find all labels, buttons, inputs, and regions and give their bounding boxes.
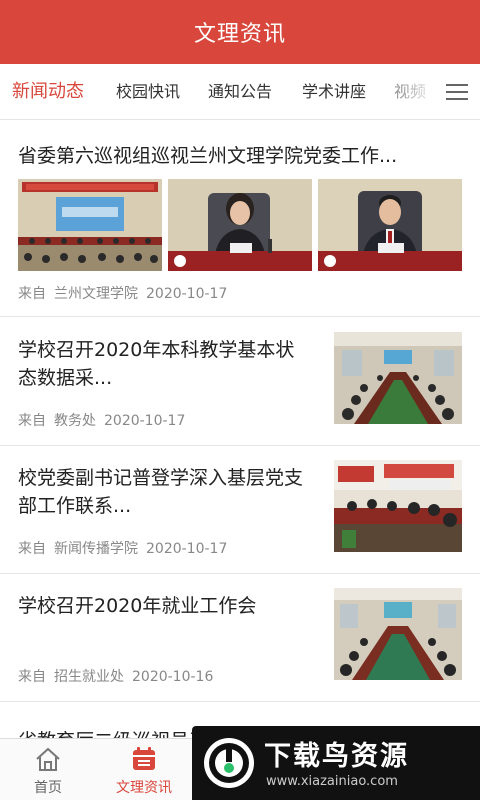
news-source: 兰州文理学院 (54, 286, 138, 302)
category-tabs: 新闻动态 校园快讯 通知公告 学术讲座 视频 (0, 64, 480, 120)
hamburger-menu-icon[interactable] (446, 82, 468, 102)
news-meta: 来自 新闻传播学院 2020-10-17 (18, 538, 235, 558)
news-date: 2020-10-17 (104, 413, 186, 429)
news-title: 校党委副书记普登学深入基层党支部工作联系... (18, 467, 304, 517)
tab-lectures[interactable]: 学术讲座 (302, 64, 366, 119)
news-meta: 来自 招生就业处 2020-10-16 (18, 666, 221, 686)
employment-meeting-photo (334, 588, 462, 680)
news-title: 省委第六巡视组巡视兰州文理学院党委工作... (18, 145, 398, 167)
tab-home[interactable]: 首页 (0, 739, 96, 800)
source-prefix: 来自 (18, 541, 46, 557)
source-prefix: 来自 (18, 669, 46, 685)
meeting-hall-photo (18, 179, 162, 271)
source-prefix: 来自 (18, 413, 46, 429)
news-item[interactable]: 省委第六巡视组巡视兰州文理学院党委工作... 来自 兰州文理学院 2020-10… (0, 121, 480, 317)
conference-room-photo (334, 332, 462, 424)
watermark-url: www.xiazainiao.com (266, 774, 398, 789)
speaker-woman-photo (168, 179, 312, 271)
watermark-name: 下载鸟资源 (264, 741, 409, 772)
speaker-man-photo (318, 179, 462, 271)
news-meta: 来自 兰州文理学院 2020-10-17 (18, 283, 235, 303)
news-item[interactable]: 校党委副书记普登学深入基层党支部工作联系... 来自 新闻传播学院 2020-10-… (0, 446, 480, 574)
watermark-banner: 下载鸟资源 www.xiazainiao.com (192, 726, 480, 800)
source-prefix: 来自 (18, 286, 46, 302)
news-source: 教务处 (54, 413, 96, 429)
tab-wenli-news[interactable]: 文理资讯 (96, 739, 192, 800)
home-icon (36, 747, 60, 771)
news-image-row (18, 179, 462, 271)
news-source: 招生就业处 (54, 669, 124, 685)
watermark-logo (204, 738, 254, 788)
app-header: 文理资讯 (0, 0, 480, 64)
news-item[interactable]: 学校召开2020年本科教学基本状态数据采... 来自 教务处 2020-10-17 (0, 318, 480, 446)
news-date: 2020-10-16 (132, 669, 214, 685)
news-title: 学校召开2020年就业工作会 (18, 595, 257, 617)
news-meta: 来自 教务处 2020-10-17 (18, 410, 193, 430)
branch-meeting-photo (334, 460, 462, 552)
news-title: 学校召开2020年本科教学基本状态数据采... (18, 339, 295, 389)
tab-home-label: 首页 (34, 780, 62, 796)
news-source: 新闻传播学院 (54, 541, 138, 557)
tabs-fade-overlay (400, 64, 440, 119)
news-date: 2020-10-17 (146, 286, 228, 302)
news-date: 2020-10-17 (146, 541, 228, 557)
tab-notices[interactable]: 通知公告 (208, 64, 272, 119)
news-item[interactable]: 学校召开2020年就业工作会 来自 招生就业处 2020-10-16 (0, 574, 480, 702)
tab-wenli-news-label: 文理资讯 (116, 780, 172, 796)
tab-campus-express[interactable]: 校园快讯 (116, 64, 180, 119)
calendar-icon (133, 747, 155, 770)
tab-news[interactable]: 新闻动态 (12, 64, 84, 119)
page-title: 文理资讯 (193, 22, 286, 47)
